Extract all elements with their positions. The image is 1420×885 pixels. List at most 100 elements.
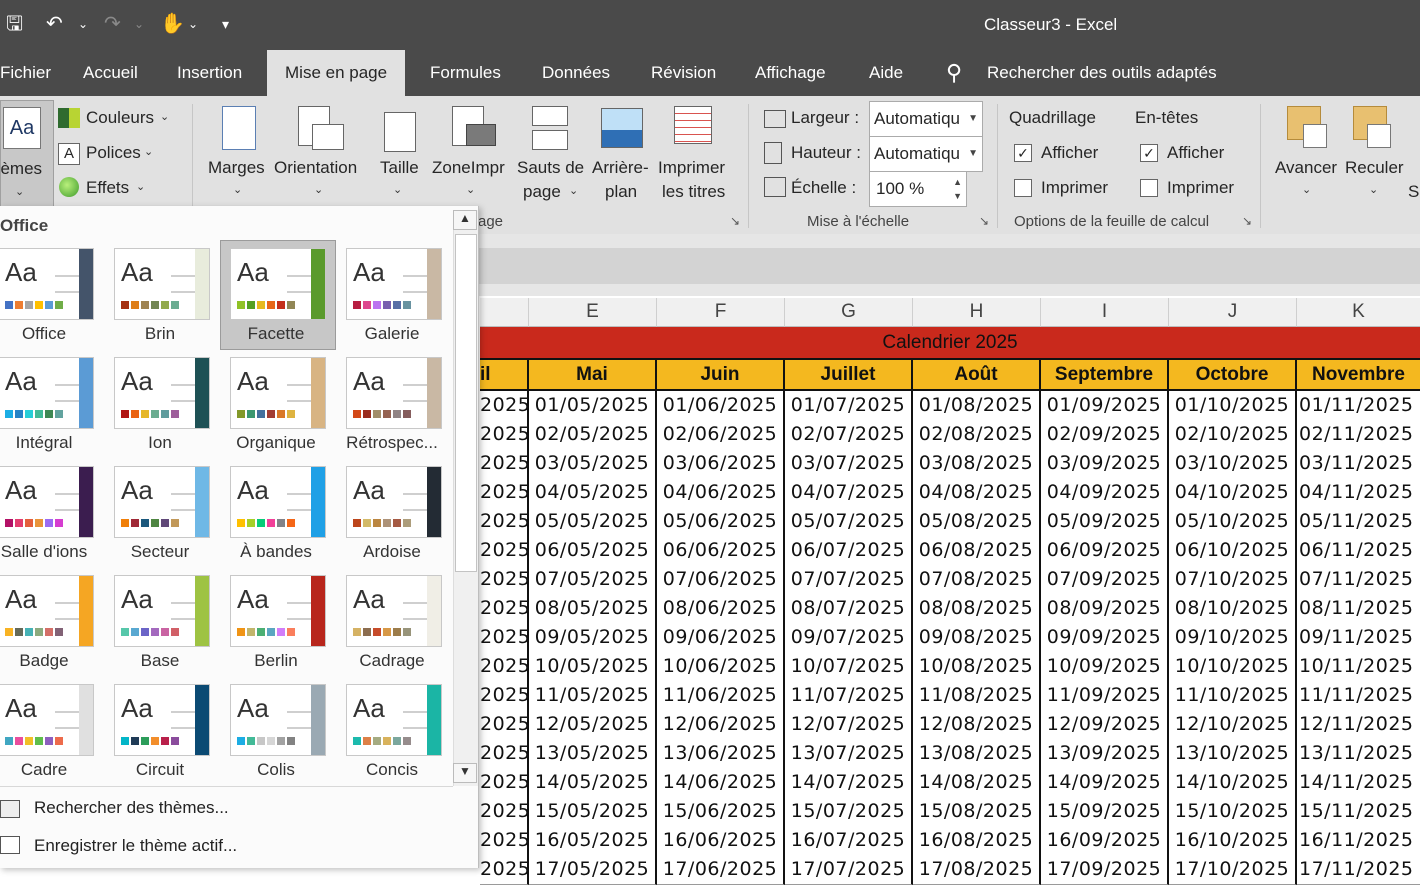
date-cell[interactable]: 05/11/2025 [1297, 507, 1420, 537]
touch-mode-icon[interactable]: ✋ [160, 12, 185, 36]
date-cell[interactable]: 01/07/2025 [785, 391, 913, 421]
date-cell[interactable]: 12/05/2025 [529, 710, 657, 740]
column-header-F[interactable]: F [657, 298, 785, 327]
undo-dropdown-icon[interactable]: ⌄ [78, 12, 88, 36]
date-cell[interactable]: 06/08/2025 [913, 536, 1041, 566]
colors-button[interactable]: Couleurs [86, 108, 154, 128]
month-header-cell[interactable]: Juillet [785, 360, 913, 391]
date-cell[interactable]: 16/11/2025 [1297, 826, 1420, 856]
date-cell[interactable]: 14/07/2025 [785, 768, 913, 798]
month-header-cell[interactable]: Octobre [1169, 360, 1297, 391]
fonts-button[interactable]: Polices [86, 143, 141, 163]
date-cell[interactable]: 05/05/2025 [529, 507, 657, 537]
date-cell[interactable]: 06/11/2025 [1297, 536, 1420, 566]
date-cell[interactable]: 16/05/2025 [529, 826, 657, 856]
tab-affichage[interactable]: Affichage [737, 50, 844, 96]
date-cell[interactable]: 01/08/2025 [913, 391, 1041, 421]
date-cell[interactable]: 08/08/2025 [913, 594, 1041, 624]
background-label-line2[interactable]: plan [605, 182, 637, 202]
column-header-G[interactable]: G [785, 298, 913, 327]
scroll-down-icon[interactable]: ▼ [453, 763, 477, 783]
date-cell[interactable]: 2025 [480, 391, 529, 421]
date-cell[interactable]: 15/05/2025 [529, 797, 657, 827]
theme-thumbnail[interactable]: Aa [114, 248, 210, 320]
column-header-D[interactable] [480, 298, 529, 327]
date-cell[interactable]: 01/05/2025 [529, 391, 657, 421]
date-cell[interactable]: 16/09/2025 [1041, 826, 1169, 856]
date-cell[interactable]: 13/09/2025 [1041, 739, 1169, 769]
date-cell[interactable]: 12/10/2025 [1169, 710, 1297, 740]
date-cell[interactable]: 03/08/2025 [913, 449, 1041, 479]
date-cell[interactable]: 2025 [480, 768, 529, 798]
date-cell[interactable]: 09/05/2025 [529, 623, 657, 653]
date-cell[interactable]: 03/11/2025 [1297, 449, 1420, 479]
date-cell[interactable]: 16/08/2025 [913, 826, 1041, 856]
headings-print-checkbox[interactable] [1140, 179, 1158, 197]
date-cell[interactable]: 07/05/2025 [529, 565, 657, 595]
date-cell[interactable]: 2025 [480, 797, 529, 827]
date-cell[interactable]: 2025 [480, 420, 529, 450]
theme-thumbnail[interactable]: Aa [230, 684, 326, 756]
date-cell[interactable]: 14/11/2025 [1297, 768, 1420, 798]
save-icon[interactable]: 🖫 [6, 12, 23, 36]
theme-thumbnail[interactable]: Aa [0, 466, 94, 538]
date-cell[interactable]: 13/07/2025 [785, 739, 913, 769]
date-cell[interactable]: 16/07/2025 [785, 826, 913, 856]
tab-revision[interactable]: Révision [633, 50, 734, 96]
date-cell[interactable]: 03/06/2025 [657, 449, 785, 479]
date-cell[interactable]: 10/10/2025 [1169, 652, 1297, 682]
date-cell[interactable]: 05/06/2025 [657, 507, 785, 537]
bring-forward-button[interactable]: Avancer [1275, 158, 1337, 178]
date-cell[interactable]: 17/06/2025 [657, 855, 785, 885]
date-cell[interactable]: 2025 [480, 478, 529, 508]
date-cell[interactable]: 2025 [480, 739, 529, 769]
theme-thumbnail[interactable]: Aa [114, 684, 210, 756]
date-cell[interactable]: 15/09/2025 [1041, 797, 1169, 827]
date-cell[interactable]: 09/07/2025 [785, 623, 913, 653]
date-cell[interactable]: 10/09/2025 [1041, 652, 1169, 682]
date-cell[interactable]: 2025 [480, 536, 529, 566]
date-cell[interactable]: 05/07/2025 [785, 507, 913, 537]
date-cell[interactable]: 03/09/2025 [1041, 449, 1169, 479]
date-cell[interactable]: 09/10/2025 [1169, 623, 1297, 653]
scale-stepper[interactable]: 100 % ▲ ▼ [869, 171, 967, 207]
dialog-launcher-icon[interactable]: ↘ [730, 214, 740, 228]
calendar-title-cell[interactable]: Calendrier 2025 [480, 327, 1420, 360]
date-cell[interactable]: 01/11/2025 [1297, 391, 1420, 421]
tab-mise-en-page[interactable]: Mise en page [267, 50, 406, 96]
date-cell[interactable]: 08/07/2025 [785, 594, 913, 624]
date-cell[interactable]: 07/08/2025 [913, 565, 1041, 595]
tab-insertion[interactable]: Insertion [159, 50, 260, 96]
date-cell[interactable]: 2025 [480, 623, 529, 653]
date-cell[interactable]: 11/08/2025 [913, 681, 1041, 711]
theme-thumbnail[interactable]: Aa [230, 357, 326, 429]
date-cell[interactable]: 02/07/2025 [785, 420, 913, 450]
width-dropdown[interactable]: Automatiqu ▼ [869, 101, 983, 137]
date-cell[interactable]: 15/11/2025 [1297, 797, 1420, 827]
date-cell[interactable]: 04/10/2025 [1169, 478, 1297, 508]
date-cell[interactable]: 14/06/2025 [657, 768, 785, 798]
date-cell[interactable]: 06/09/2025 [1041, 536, 1169, 566]
theme-thumbnail[interactable]: Aa [0, 248, 94, 320]
date-cell[interactable]: 05/10/2025 [1169, 507, 1297, 537]
date-cell[interactable]: 06/07/2025 [785, 536, 913, 566]
month-header-cell[interactable]: Août [913, 360, 1041, 391]
date-cell[interactable]: 14/10/2025 [1169, 768, 1297, 798]
column-header-K[interactable]: K [1297, 298, 1420, 327]
date-cell[interactable]: 09/11/2025 [1297, 623, 1420, 653]
date-cell[interactable]: 2025 [480, 565, 529, 595]
date-cell[interactable]: 11/06/2025 [657, 681, 785, 711]
month-header-cell[interactable]: Novembre [1297, 360, 1420, 391]
date-cell[interactable]: 07/11/2025 [1297, 565, 1420, 595]
theme-thumbnail[interactable]: Aa [346, 575, 442, 647]
date-cell[interactable]: 16/10/2025 [1169, 826, 1297, 856]
date-cell[interactable]: 09/09/2025 [1041, 623, 1169, 653]
theme-thumbnail[interactable]: Aa [346, 466, 442, 538]
theme-thumbnail[interactable]: Aa [114, 575, 210, 647]
date-cell[interactable]: 2025 [480, 652, 529, 682]
date-cell[interactable]: 16/06/2025 [657, 826, 785, 856]
print-titles-label-line1[interactable]: Imprimer [658, 158, 725, 178]
date-cell[interactable]: 02/10/2025 [1169, 420, 1297, 450]
date-cell[interactable]: 09/06/2025 [657, 623, 785, 653]
date-cell[interactable]: 10/05/2025 [529, 652, 657, 682]
